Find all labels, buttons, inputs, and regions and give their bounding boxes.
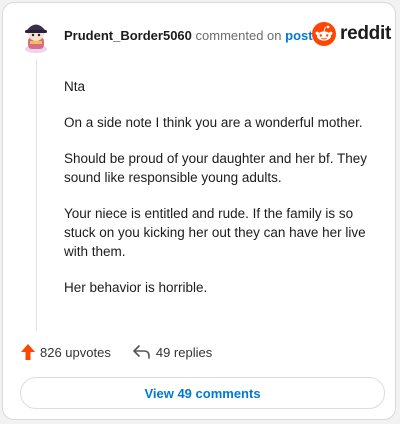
reply-arrow-icon xyxy=(133,345,150,359)
view-comments-button[interactable]: View 49 comments xyxy=(20,377,385,409)
reddit-logo-icon xyxy=(312,22,336,46)
reddit-wordmark: reddit xyxy=(340,23,391,44)
upvote-button[interactable]: 826 upvotes xyxy=(21,344,111,360)
comment-body: Nta On a side note I think you are a won… xyxy=(64,77,384,314)
comment-paragraph: Her behavior is horrible. xyxy=(64,280,208,295)
comment-actions: 826 upvotes 49 replies xyxy=(21,344,212,360)
reddit-logo[interactable]: reddit xyxy=(312,22,391,46)
post-link[interactable]: post xyxy=(285,28,312,43)
comment-paragraph: On a side note I think you are a wonderf… xyxy=(64,115,363,130)
username[interactable]: Prudent_Border5060 xyxy=(64,28,192,43)
comment-card: Prudent_Border5060 commented on post red… xyxy=(2,2,396,420)
comment-paragraph: Your niece is entitled and rude. If the … xyxy=(64,206,366,259)
comment-header: Prudent_Border5060 commented on post xyxy=(64,28,313,43)
comment-paragraph: Nta xyxy=(64,79,86,94)
replies-button[interactable]: 49 replies xyxy=(133,345,212,360)
upvote-arrow-icon xyxy=(21,344,35,360)
reply-count: 49 replies xyxy=(155,344,213,360)
thread-line[interactable] xyxy=(36,59,37,331)
commented-on-label: commented on xyxy=(195,28,282,43)
upvote-count: 826 upvotes xyxy=(40,344,111,360)
avatar[interactable] xyxy=(21,19,51,53)
comment-paragraph: Should be proud of your daughter and her… xyxy=(64,151,367,185)
